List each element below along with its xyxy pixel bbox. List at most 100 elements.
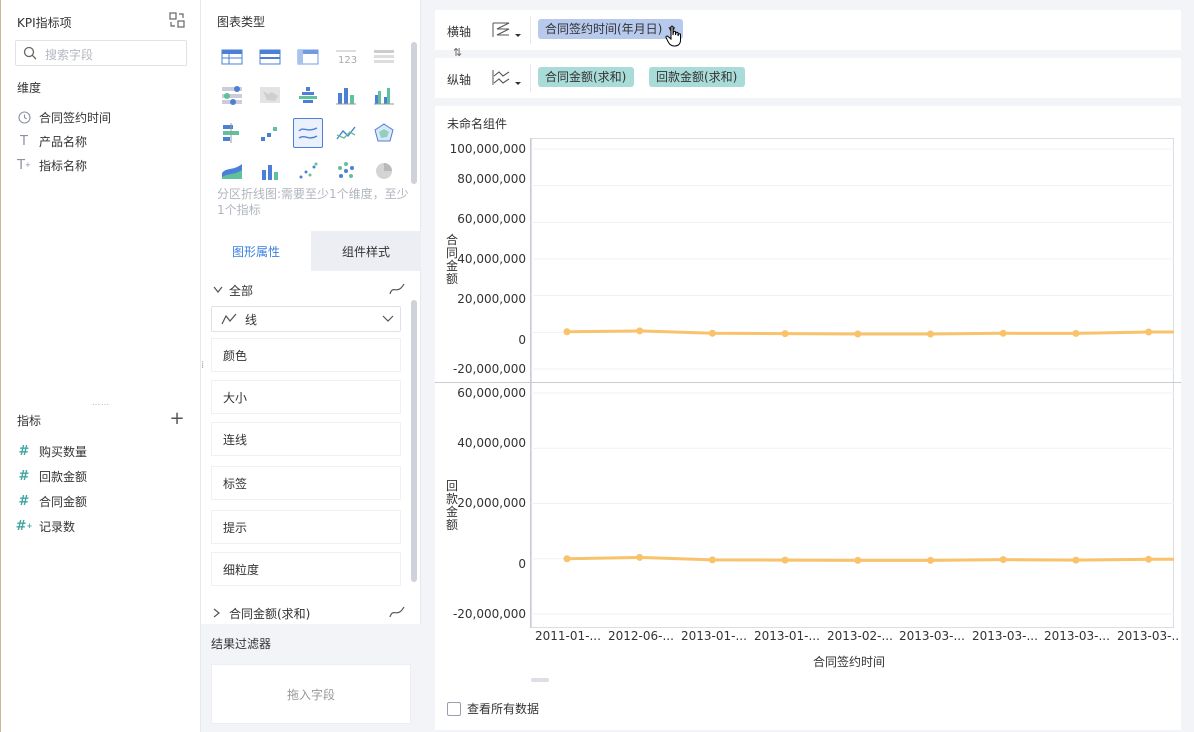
chevron-down-icon — [382, 315, 394, 322]
data-point[interactable] — [1072, 329, 1080, 337]
chart-type-detail-icon[interactable] — [369, 42, 399, 72]
data-point[interactable] — [999, 329, 1007, 337]
chart-type-bar-icon[interactable] — [331, 80, 361, 110]
dimension-item[interactable]: 合同签约时间 — [17, 107, 111, 127]
x-axis-type-dropdown[interactable] — [491, 19, 523, 41]
chart-type-stack-bar-icon[interactable] — [293, 80, 323, 110]
chart-type-line-icon[interactable] — [331, 118, 361, 148]
y-tick-bottom: 60,000,000 — [457, 386, 526, 400]
series-line-payment-amount — [566, 555, 1174, 562]
x-tick: 2013-03-... — [1117, 629, 1179, 643]
y-tick-top: 40,000,000 — [457, 252, 526, 266]
data-point[interactable] — [708, 556, 716, 564]
chart-type-cross-table-icon[interactable] — [293, 42, 323, 72]
data-point[interactable] — [854, 556, 862, 564]
property-granularity[interactable]: 细粒度 — [211, 552, 401, 586]
y-axis-type-dropdown[interactable] — [491, 67, 523, 89]
data-point[interactable] — [636, 553, 644, 561]
y-tick-bottom: -20,000,000 — [452, 607, 526, 621]
measure-item[interactable]: # 回款金额 — [17, 466, 87, 486]
y-tick-top: 0 — [518, 333, 526, 347]
all-series-toggle[interactable]: 全部 — [213, 281, 405, 299]
chart-type-combo-bar-icon[interactable] — [255, 156, 285, 186]
data-point[interactable] — [854, 330, 862, 338]
property-tooltip[interactable]: 提示 — [211, 510, 401, 544]
data-point[interactable] — [1072, 556, 1080, 564]
property-label[interactable]: 标签 — [211, 466, 401, 500]
tab-graphic-properties[interactable]: 图形属性 — [201, 231, 311, 271]
y-tick-top: 80,000,000 — [457, 172, 526, 186]
measure-item[interactable]: # 合同金额 — [17, 491, 87, 511]
chart-type-hbar-icon[interactable] — [217, 118, 247, 148]
measure-label: 记录数 — [39, 519, 76, 534]
show-all-data-checkbox[interactable]: 查看所有数据 — [447, 700, 539, 717]
chart-type-scatter-icon[interactable] — [293, 156, 323, 186]
switch-dataset-icon[interactable] — [169, 12, 185, 28]
chart-type-group-table-icon[interactable] — [255, 42, 285, 72]
x-field-pill[interactable]: 合同签约时间(年月日)▼ — [538, 19, 684, 39]
panel-resize-handle[interactable]: ⁞ — [201, 360, 204, 371]
chart-type-group-bar-icon[interactable] — [369, 80, 399, 110]
dataset-title: KPI指标项 — [17, 16, 72, 30]
data-point[interactable] — [999, 556, 1007, 564]
x-axis-title: 合同签约时间 — [813, 655, 886, 669]
dimension-item[interactable]: T + 指标名称 — [17, 155, 87, 175]
x-field-label: 合同签约时间(年月日) — [545, 22, 663, 36]
chart-type-pie-icon[interactable] — [369, 156, 399, 186]
measure-label: 回款金额 — [39, 469, 88, 484]
data-point[interactable] — [927, 556, 934, 564]
measures-title: 指标 — [17, 414, 42, 428]
search-field-input[interactable]: 搜索字段 — [15, 40, 187, 66]
series-contract-amount-toggle[interactable]: 合同金额(求和) — [213, 604, 405, 622]
mark-type-select[interactable]: 线 — [211, 306, 401, 332]
x-tick: 2013-01-... — [754, 629, 820, 643]
property-tabs: 图形属性 组件样式 — [201, 231, 421, 271]
data-point[interactable] — [563, 555, 571, 563]
chart-type-scrollbar[interactable] — [411, 42, 417, 184]
x-tick: 2013-02-... — [827, 629, 893, 643]
data-point[interactable] — [1145, 555, 1153, 563]
chart-type-dot-icon[interactable] — [217, 80, 247, 110]
filter-dropzone[interactable]: 拖入字段 — [211, 664, 411, 724]
data-point[interactable] — [781, 556, 789, 564]
property-size[interactable]: 大小 — [211, 380, 401, 414]
data-point[interactable] — [781, 330, 789, 338]
y-tick-bottom: 20,000,000 — [457, 496, 526, 510]
dimension-item[interactable]: T 产品名称 — [17, 131, 87, 151]
chart-type-kpi-icon[interactable]: 123 — [331, 42, 361, 72]
all-series-label: 全部 — [229, 283, 254, 298]
field-panel: KPI指标项 搜索字段 维度 合同签约时间 T 产品名称 T + 指标名称 ⋯⋯ … — [0, 0, 201, 732]
data-point[interactable] — [636, 327, 644, 335]
search-icon — [23, 46, 37, 60]
property-connect[interactable]: 连线 — [211, 422, 401, 456]
chart-type-radar-icon[interactable] — [369, 118, 399, 148]
checkbox-box[interactable] — [447, 701, 461, 716]
y-tick-top: 100,000,000 — [449, 142, 526, 156]
hash-plus-icon: # + — [15, 518, 33, 534]
result-filter-title: 结果过滤器 — [211, 637, 272, 651]
data-point[interactable] — [1145, 328, 1153, 336]
x-axis-bar: 横轴 合同签约时间(年月日)▼ — [435, 10, 1181, 50]
chart-type-table-icon[interactable] — [217, 42, 247, 72]
properties-scrollbar[interactable] — [411, 300, 417, 582]
chart-type-area-icon[interactable] — [217, 156, 247, 186]
property-color[interactable]: 颜色 — [211, 338, 401, 372]
chart-type-step-icon[interactable] — [255, 118, 285, 148]
chart-type-partition-line-icon[interactable] — [293, 118, 323, 148]
data-point[interactable] — [563, 328, 571, 336]
add-measure-button[interactable]: + — [169, 410, 185, 428]
chart-type-bubble-icon[interactable] — [331, 156, 361, 186]
measure-item[interactable]: # 购买数量 — [17, 441, 87, 461]
y-field-pill[interactable]: 回款金额(求和) — [649, 67, 746, 87]
measure-item[interactable]: # + 记录数 — [15, 516, 76, 536]
y-tick-bottom: 0 — [518, 557, 526, 571]
data-point[interactable] — [927, 330, 934, 338]
horizontal-scrollbar[interactable] — [531, 678, 549, 682]
axis-continuous-icon — [492, 22, 521, 37]
chart-type-map-icon[interactable] — [255, 80, 285, 110]
x-tick: 2013-03-... — [1044, 629, 1110, 643]
y-tick-top: 60,000,000 — [457, 212, 526, 226]
data-point[interactable] — [708, 329, 716, 337]
y-field-pill[interactable]: 合同金额(求和) — [538, 67, 635, 87]
tab-component-style[interactable]: 组件样式 — [311, 231, 421, 271]
